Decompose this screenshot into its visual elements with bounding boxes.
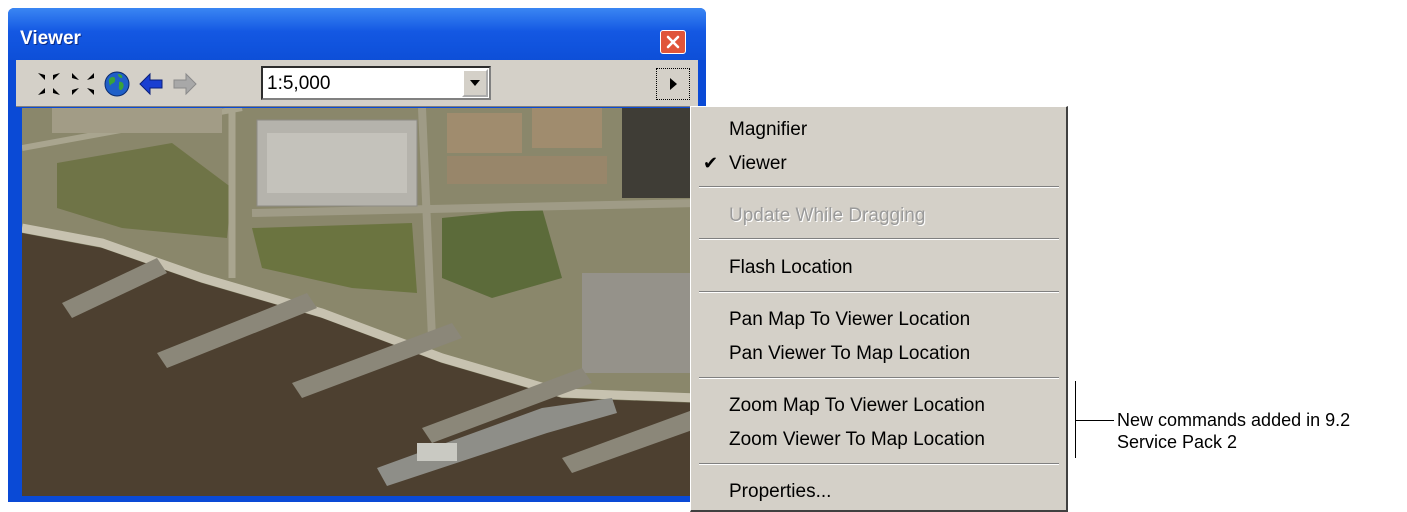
scale-dropdown-button[interactable] — [462, 69, 488, 97]
menu-item-pan-map-to-viewer[interactable]: Pan Map To Viewer Location — [691, 305, 1067, 335]
viewer-context-menu: Magnifier ✔ Viewer Update While Dragging… — [690, 106, 1068, 512]
full-extent-button[interactable] — [102, 69, 132, 99]
menu-item-label: Pan Viewer To Map Location — [729, 343, 971, 364]
menu-item-magnifier[interactable]: Magnifier — [691, 115, 1067, 145]
forward-arrow-icon — [173, 72, 197, 96]
menu-item-label: Zoom Viewer To Map Location — [729, 429, 985, 450]
viewer-map-display[interactable] — [22, 108, 698, 496]
back-button[interactable] — [136, 69, 166, 99]
close-icon — [666, 35, 680, 49]
menu-item-label: Flash Location — [729, 257, 853, 278]
menu-item-label: Properties... — [729, 481, 832, 502]
menu-item-viewer[interactable]: ✔ Viewer — [691, 149, 1067, 179]
chevron-down-icon — [470, 80, 480, 86]
back-arrow-icon — [139, 72, 163, 96]
menu-item-pan-viewer-to-map[interactable]: Pan Viewer To Map Location — [691, 339, 1067, 369]
scale-value: 1:5,000 — [267, 73, 331, 94]
menu-item-zoom-map-to-viewer[interactable]: Zoom Map To Viewer Location — [691, 391, 1067, 421]
title-bar[interactable]: Viewer — [8, 8, 706, 60]
globe-icon — [104, 71, 130, 97]
fixed-zoom-in-icon — [38, 73, 60, 95]
menu-separator — [699, 291, 1059, 293]
callout-leader-line — [1076, 420, 1114, 421]
menu-item-label: Magnifier — [729, 119, 808, 140]
menu-item-label: Viewer — [729, 153, 787, 174]
menu-item-update-while-dragging: Update While Dragging — [691, 201, 1067, 231]
menu-item-zoom-viewer-to-map[interactable]: Zoom Viewer To Map Location — [691, 425, 1067, 455]
menu-item-label: Update While Dragging — [729, 205, 926, 226]
scale-combobox[interactable]: 1:5,000 — [261, 66, 491, 100]
menu-item-properties[interactable]: Properties... — [691, 477, 1067, 507]
menu-separator — [699, 377, 1059, 379]
menu-separator — [699, 238, 1059, 240]
close-button[interactable] — [660, 30, 686, 54]
viewer-window: Viewer 1:5,000 — [8, 8, 706, 502]
aerial-imagery — [22, 108, 698, 496]
viewer-toolbar: 1:5,000 — [16, 60, 698, 107]
viewer-menu-button[interactable] — [656, 68, 690, 100]
callout-note: New commands added in 9.2 Service Pack 2 — [1117, 409, 1350, 453]
window-title: Viewer — [20, 28, 81, 49]
menu-item-label: Pan Map To Viewer Location — [729, 309, 971, 330]
fixed-zoom-out-button[interactable] — [68, 69, 98, 99]
menu-separator — [699, 186, 1059, 188]
fixed-zoom-in-button[interactable] — [34, 69, 64, 99]
fixed-zoom-out-icon — [72, 73, 94, 95]
menu-separator — [699, 463, 1059, 465]
callout-line-2: Service Pack 2 — [1117, 432, 1238, 452]
triangle-right-icon — [670, 78, 677, 90]
menu-item-flash-location[interactable]: Flash Location — [691, 253, 1067, 283]
check-mark-icon: ✔ — [703, 153, 719, 173]
forward-button[interactable] — [170, 69, 200, 99]
callout-line-1: New commands added in 9.2 — [1117, 410, 1351, 430]
menu-item-label: Zoom Map To Viewer Location — [729, 395, 985, 416]
